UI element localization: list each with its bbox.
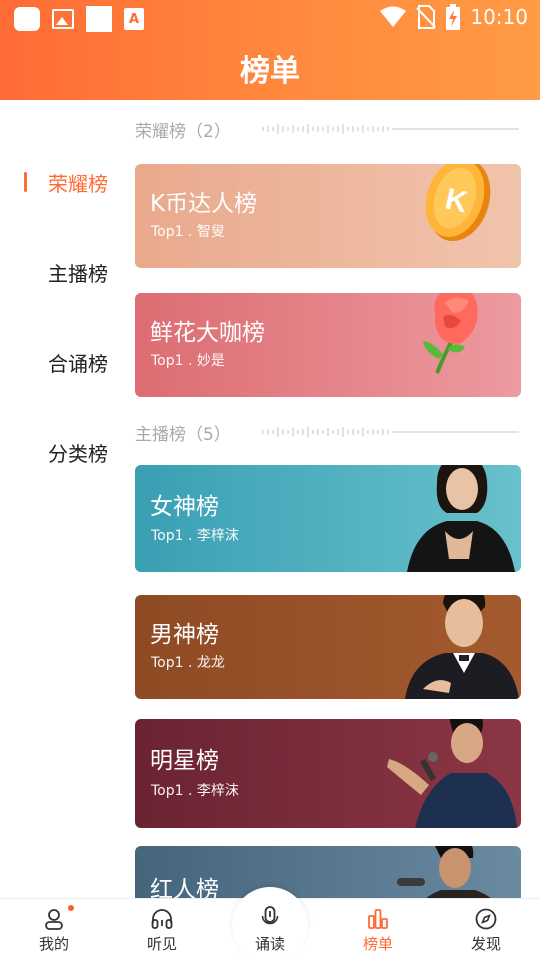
- card-star-ranking[interactable]: 明星榜 Top1 . 李梓沫: [135, 719, 521, 828]
- letter-notification-icon: A: [124, 8, 144, 30]
- ranking-list[interactable]: 荣耀榜（2） K币达人榜 Top1 . 智叟 K 鲜花大咖榜 Top1 . 妙是…: [135, 100, 521, 898]
- card-title: 女神榜: [150, 494, 219, 520]
- user-icon: [45, 909, 63, 930]
- tab-label: 我的: [38, 935, 69, 953]
- card-title: 明星榜: [150, 748, 219, 774]
- sidebar-item-chorus[interactable]: 合诵榜: [0, 342, 128, 382]
- section-title: 荣耀榜（2）: [135, 121, 231, 142]
- card-title: K币达人榜: [150, 191, 258, 217]
- sidebar-item-honor[interactable]: 荣耀榜: [0, 162, 128, 202]
- card-goddess-ranking[interactable]: 女神榜 Top1 . 李梓沫: [135, 465, 521, 572]
- card-k-coin-ranking[interactable]: K币达人榜 Top1 . 智叟 K: [135, 164, 521, 268]
- status-system: 10:10: [380, 4, 528, 30]
- coin-k-icon: K: [425, 164, 491, 242]
- card-title: 红人榜: [150, 877, 219, 898]
- sidebar-item-label: 合诵榜: [48, 351, 108, 376]
- rose-icon: [423, 293, 478, 374]
- app-notification-icon: [14, 7, 40, 31]
- headphones-icon: [151, 909, 173, 929]
- section-header-anchor: 主播榜（5）: [135, 420, 521, 445]
- tab-recite[interactable]: 诵读: [216, 899, 324, 960]
- image-notification-icon: [52, 9, 74, 29]
- card-title: 男神榜: [150, 622, 219, 648]
- soundwave-divider-icon: [262, 427, 519, 437]
- singer-portrait-image: [387, 719, 517, 828]
- card-top1: Top1 . 妙是: [151, 353, 225, 369]
- tab-listen[interactable]: 听见: [108, 899, 216, 960]
- tab-label: 诵读: [254, 935, 285, 953]
- card-top1: Top1 . 李梓沫: [151, 783, 239, 799]
- bottom-navigation: 我的 听见 诵读 榜单 发现: [0, 887, 540, 960]
- page-title: 榜单: [240, 54, 300, 89]
- active-indicator: [24, 172, 27, 192]
- header: A 10:10 榜单: [0, 0, 540, 100]
- notification-badge: [68, 905, 74, 911]
- tab-mine[interactable]: 我的: [0, 899, 108, 960]
- soundwave-divider-icon: [262, 124, 519, 134]
- sidebar-item-category[interactable]: 分类榜: [0, 432, 128, 472]
- sidebar-item-label: 荣耀榜: [48, 171, 108, 196]
- wifi-icon: [380, 6, 407, 27]
- card-top1: Top1 . 李梓沫: [151, 528, 239, 544]
- sidebar-item-label: 主播榜: [48, 261, 108, 286]
- woman-portrait-image: [407, 465, 515, 572]
- card-flower-ranking[interactable]: 鲜花大咖榜 Top1 . 妙是: [135, 293, 521, 397]
- sidebar-item-label: 分类榜: [48, 441, 108, 466]
- man-portrait-image: [405, 595, 519, 699]
- compass-icon: [475, 908, 497, 930]
- no-sim-icon: [416, 5, 437, 29]
- status-time: 10:10: [470, 5, 528, 29]
- tab-label: 榜单: [362, 935, 393, 953]
- battery-charging-icon: [446, 4, 461, 30]
- tab-label: 听见: [146, 935, 177, 953]
- tab-label: 发现: [470, 935, 501, 953]
- section-title: 主播榜（5）: [135, 424, 231, 445]
- bar-chart-icon: [368, 909, 388, 929]
- status-notifications: A: [14, 6, 144, 32]
- card-god-ranking[interactable]: 男神榜 Top1 . 龙龙: [135, 595, 521, 699]
- section-header-honor: 荣耀榜（2）: [135, 117, 521, 142]
- card-title: 鲜花大咖榜: [150, 320, 265, 346]
- card-influencer-ranking[interactable]: 红人榜: [135, 846, 521, 898]
- microphone-icon: [261, 906, 279, 925]
- sidebar-item-anchor[interactable]: 主播榜: [0, 252, 128, 292]
- card-top1: Top1 . 龙龙: [151, 655, 225, 671]
- square-notification-icon: [86, 6, 112, 32]
- tab-rankings[interactable]: 榜单: [324, 899, 432, 960]
- category-sidebar: 荣耀榜 主播榜 合诵榜 分类榜: [0, 100, 128, 898]
- singer2-portrait-image: [397, 846, 491, 898]
- app-root: A 10:10 榜单 荣耀榜 主播榜 合诵榜 分类榜 荣耀榜（2） K币达人榜 …: [0, 0, 540, 960]
- card-top1: Top1 . 智叟: [151, 224, 225, 240]
- status-bar: A 10:10: [0, 0, 540, 36]
- tab-discover[interactable]: 发现: [432, 899, 540, 960]
